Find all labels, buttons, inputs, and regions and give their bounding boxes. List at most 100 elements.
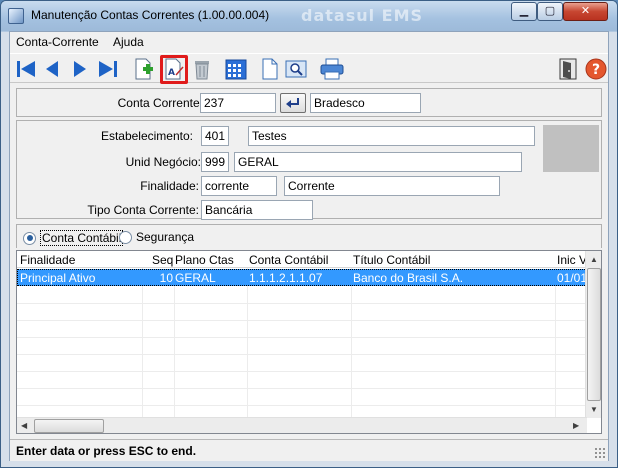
minimize-button[interactable]: ▁ [511, 2, 537, 21]
radio-conta-contabil-label: Conta Contábil [40, 230, 124, 246]
cell-inic-va: 01/01 [557, 271, 587, 285]
cell-seq: 10 [159, 271, 173, 285]
document-icon [262, 58, 278, 80]
client-area: Conta-Corrente Ajuda A ? Conta Corrente:… [9, 31, 609, 461]
account-header-group: Conta Corrente: 237 Bradesco [16, 88, 602, 117]
unid-negocio-code-input[interactable]: 999 [201, 152, 229, 172]
status-message: Enter data or press ESC to end. [16, 444, 197, 458]
app-icon [8, 8, 24, 24]
last-icon [99, 61, 117, 77]
radio-conta-contabil[interactable]: Conta Contábil [23, 230, 124, 246]
menu-bar: Conta-Corrente Ajuda [10, 32, 608, 52]
horizontal-scrollbar[interactable]: ◀ ▶ [17, 417, 587, 433]
next-record-button[interactable] [68, 57, 92, 81]
radio-dot [119, 230, 132, 244]
enter-arrow-icon [286, 98, 299, 108]
finalidade-name-field: Corrente [284, 176, 500, 196]
estabelecimento-name-field: Testes [248, 126, 535, 146]
tipo-conta-field[interactable]: Bancária [201, 200, 313, 220]
zoom-icon [285, 60, 307, 78]
col-conta-contabil[interactable]: Conta Contábil [249, 253, 349, 267]
unid-negocio-label: Unid Negócio: [125, 155, 201, 169]
grid-divider [174, 268, 175, 418]
accounts-table[interactable]: Finalidade Seq Plano Ctas Conta Contábil… [16, 250, 602, 434]
table-header: Finalidade Seq Plano Ctas Conta Contábil… [17, 251, 587, 268]
exit-door-icon [559, 58, 577, 80]
lookup-button[interactable] [280, 93, 306, 113]
grid-divider [351, 268, 352, 418]
scroll-up-icon[interactable]: ▲ [590, 255, 598, 264]
account-details-group: Estabelecimento: 401 Testes Unid Negócio… [16, 120, 602, 220]
tipo-conta-label: Tipo Conta Corrente: [87, 203, 199, 217]
menu-ajuda[interactable]: Ajuda [113, 35, 144, 49]
grid-line [17, 371, 587, 372]
window-title: Manutenção Contas Correntes (1.00.00.004… [31, 8, 270, 22]
trash-icon [195, 61, 209, 80]
estabelecimento-code-input[interactable]: 401 [201, 126, 229, 146]
first-record-button[interactable] [14, 57, 38, 81]
col-finalidade[interactable]: Finalidade [20, 253, 140, 267]
highlight-frame [160, 55, 188, 84]
app-window: Manutenção Contas Correntes (1.00.00.004… [0, 0, 618, 468]
menu-conta-corrente[interactable]: Conta-Corrente [16, 35, 99, 49]
first-icon [17, 61, 35, 77]
grid-line [17, 303, 587, 304]
cell-conta-contabil: 1.1.1.2.1.1.07 [249, 271, 323, 285]
vertical-scroll-thumb[interactable] [587, 268, 601, 401]
horizontal-scroll-thumb[interactable] [34, 419, 104, 433]
cell-finalidade: Principal Ativo [20, 271, 96, 285]
maximize-button[interactable]: ▢ [537, 2, 563, 21]
prev-icon [46, 61, 58, 77]
scroll-left-icon[interactable]: ◀ [21, 421, 27, 430]
resize-grip-icon[interactable] [594, 447, 606, 459]
calendar-icon [225, 59, 247, 80]
exit-button[interactable] [556, 57, 580, 81]
grid-line [17, 388, 587, 389]
col-titulo-contabil[interactable]: Título Contábil [353, 253, 553, 267]
help-icon: ? [585, 58, 607, 80]
conta-corrente-label: Conta Corrente: [117, 96, 203, 110]
radio-seguranca-label: Segurança [136, 230, 195, 244]
col-plano-ctas[interactable]: Plano Ctas [175, 253, 245, 267]
title-watermark: datasul EMS [301, 6, 424, 25]
col-seq[interactable]: Seq [152, 253, 174, 267]
cell-plano-ctas: GERAL [175, 271, 216, 285]
finalidade-code-input[interactable]: corrente [201, 176, 277, 196]
toolbar: A ? [10, 53, 608, 84]
grid-divider [247, 268, 248, 418]
radio-dot-selected [23, 231, 36, 245]
svg-text:?: ? [592, 62, 600, 78]
zoom-button[interactable] [284, 57, 308, 81]
col-inic-va[interactable]: Inic Va [557, 253, 587, 267]
cell-titulo-contabil: Banco do Brasil S.A. [353, 271, 464, 285]
delete-record-button[interactable] [190, 57, 214, 81]
prev-record-button[interactable] [40, 57, 64, 81]
table-row[interactable]: Principal Ativo 10 GERAL 1.1.1.2.1.1.07 … [17, 269, 587, 286]
grid-line [17, 320, 587, 321]
title-bar[interactable]: Manutenção Contas Correntes (1.00.00.004… [1, 1, 617, 31]
next-icon [74, 61, 86, 77]
grid-line [17, 405, 587, 406]
grid-line [17, 337, 587, 338]
close-button[interactable]: ✕ [563, 2, 608, 21]
vertical-scrollbar[interactable]: ▲ ▼ [585, 251, 601, 418]
help-button[interactable]: ? [584, 57, 608, 81]
radio-seguranca[interactable]: Segurança [119, 230, 194, 244]
view-selector-group: Conta Contábil Segurança [16, 224, 602, 248]
image-placeholder [543, 125, 599, 172]
calendar-button[interactable] [224, 57, 248, 81]
last-record-button[interactable] [96, 57, 120, 81]
unid-negocio-name-field: GERAL [234, 152, 522, 172]
print-icon [320, 58, 344, 80]
finalidade-label: Finalidade: [140, 179, 199, 193]
banco-name-field: Bradesco [310, 93, 421, 113]
scroll-down-icon[interactable]: ▼ [590, 405, 598, 414]
grid-line [17, 354, 587, 355]
scroll-right-icon[interactable]: ▶ [573, 421, 579, 430]
print-button[interactable] [320, 57, 344, 81]
conta-corrente-input[interactable]: 237 [200, 93, 276, 113]
grid-divider [555, 268, 556, 418]
estabelecimento-label: Estabelecimento: [100, 129, 193, 143]
add-record-button[interactable] [132, 57, 156, 81]
document-button[interactable] [258, 57, 282, 81]
